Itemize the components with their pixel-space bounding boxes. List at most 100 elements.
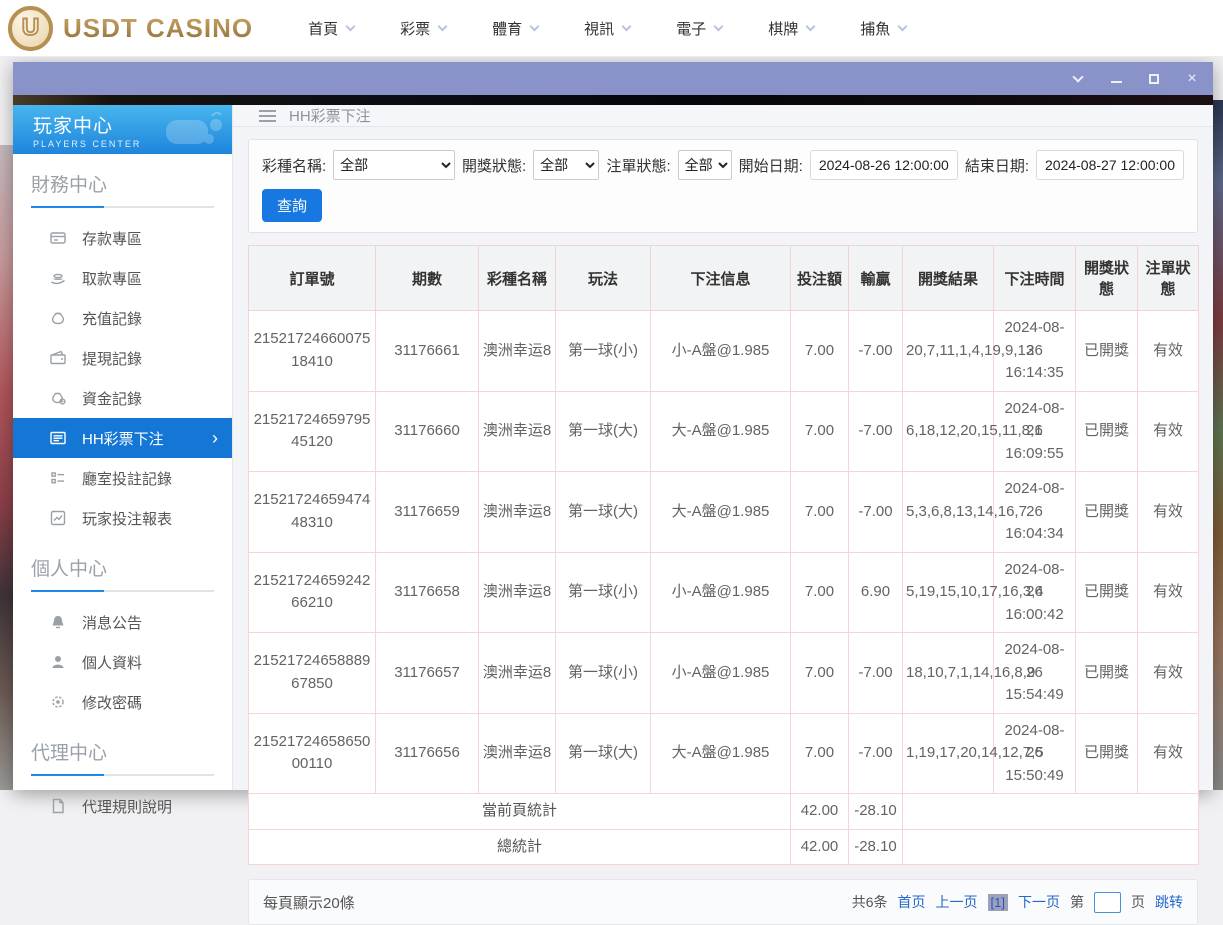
- column-header: 期數: [375, 245, 479, 311]
- page-number-input[interactable]: [1094, 891, 1121, 913]
- table-cell: 第一球(大): [555, 471, 651, 553]
- nav-item-fishing[interactable]: 捕魚: [860, 18, 908, 39]
- table-cell: 第一球(小): [555, 632, 651, 714]
- sidebar-item-player-bet-report[interactable]: 玩家投注報表: [13, 498, 232, 538]
- table-cell: 已開獎: [1075, 632, 1138, 714]
- sidebar-item-label: 消息公告: [82, 614, 143, 632]
- nav-item-home[interactable]: 首頁: [308, 18, 356, 39]
- nav-item-label: 視訊: [584, 20, 615, 38]
- table-row: 2152172465924266210 31176658 澳洲幸运8 第一球(小) 小-…: [248, 551, 1199, 633]
- sidebar-item-label: 提現記錄: [82, 350, 143, 368]
- lottery-select[interactable]: 全部: [333, 150, 455, 180]
- main-nav: 首頁 彩票 體育 視訊 電子 棋牌 捕魚: [308, 18, 908, 39]
- content-header: HH彩票下注: [233, 105, 1213, 127]
- table-cell: 小-A盤@1.985: [650, 310, 791, 392]
- sidebar-item-withdraw-zone[interactable]: 取款專區: [13, 258, 232, 298]
- end-date-input[interactable]: [1036, 150, 1184, 180]
- nav-item-lottery[interactable]: 彩票: [400, 18, 448, 39]
- withdrawal-wallet-icon: [50, 350, 66, 365]
- column-header: 彩種名稱: [478, 245, 556, 311]
- window-controls: ×: [1071, 70, 1199, 86]
- column-header: 下注信息: [650, 245, 791, 311]
- table-cell: -7.00: [848, 712, 903, 794]
- current-page-badge[interactable]: [1]: [987, 893, 1008, 911]
- table-row: 2152172465979545120 31176660 澳洲幸运8 第一球(大) 大-…: [248, 390, 1199, 472]
- sidebar-item-funds-records[interactable]: 資金記錄: [13, 378, 232, 418]
- jump-link[interactable]: 跳转: [1155, 892, 1183, 912]
- summary-label: 當前頁統計: [248, 793, 791, 830]
- sidebar-item-hh-lottery-bets[interactable]: HH彩票下注 ›: [13, 418, 232, 458]
- sidebar-item-label: 代理規則說明: [82, 798, 173, 816]
- table-row: 2152172465865000110 31176656 澳洲幸运8 第一球(大) 大-…: [248, 712, 1199, 794]
- user-icon: [52, 656, 64, 668]
- section-divider: [31, 774, 214, 776]
- nav-item-slots[interactable]: 電子: [676, 18, 724, 39]
- search-button[interactable]: 查詢: [262, 189, 323, 222]
- sidebar-item-withdrawal-records[interactable]: 提現記錄: [13, 338, 232, 378]
- main-content: HH彩票下注 彩種名稱: 全部 開獎狀態: 全部 注單狀態: 全部 開始日期:: [233, 105, 1213, 925]
- sidebar-item-recharge-records[interactable]: 充值記錄: [13, 298, 232, 338]
- order-status-select[interactable]: 全部: [677, 150, 732, 180]
- screen: U USDT CASINO 首頁 彩票 體育 視訊 電子 棋牌 捕魚 × 玩家中心 PLAY…: [0, 0, 1223, 925]
- nav-item-board-games[interactable]: 棋牌: [768, 18, 816, 39]
- window-maximize-icon[interactable]: [1147, 72, 1161, 86]
- funds-bag-icon: [52, 392, 66, 405]
- table-cell: 有效: [1137, 712, 1199, 794]
- page-size-text: 每頁顯示20條: [263, 894, 355, 912]
- nav-item-label: 體育: [492, 20, 523, 38]
- start-date-input[interactable]: [809, 150, 958, 180]
- table-cell: 小-A盤@1.985: [650, 632, 791, 714]
- site-logo[interactable]: U USDT CASINO: [8, 5, 254, 51]
- start-date-label: 開始日期:: [738, 157, 803, 175]
- nav-item-live-video[interactable]: 視訊: [584, 18, 632, 39]
- sidebar-item-change-password[interactable]: 修改密碼: [13, 682, 232, 722]
- sidebar-item-agent-rules[interactable]: 代理規則說明: [13, 786, 232, 826]
- gear-icon: [52, 696, 64, 708]
- table-cell: 1,19,17,20,14,12,7,5: [902, 712, 1044, 794]
- background-photo-left: [0, 145, 14, 790]
- next-page-link[interactable]: 下一页: [1018, 892, 1060, 912]
- column-header: 注單狀態: [1137, 245, 1199, 311]
- nav-item-sports[interactable]: 體育: [492, 18, 540, 39]
- page-prefix-label: 第: [1070, 894, 1084, 910]
- window-collapse-icon[interactable]: [1071, 70, 1085, 86]
- table-cell: 有效: [1137, 632, 1199, 714]
- banner-strip: [13, 95, 1213, 105]
- gamepad-icon: [166, 111, 222, 144]
- table-cell: 澳洲幸运8: [478, 471, 556, 553]
- deposit-card-icon: [50, 232, 66, 244]
- prev-page-link[interactable]: 上一页: [936, 892, 978, 912]
- sidebar-item-announcements[interactable]: 消息公告: [13, 602, 232, 642]
- sidebar-item-label: 個人資料: [82, 654, 143, 672]
- sidebar-item-hall-bet-records[interactable]: 廳室投註記錄: [13, 458, 232, 498]
- chevron-down-icon: [713, 21, 724, 31]
- end-date-label: 結束日期:: [964, 157, 1029, 175]
- table-cell: 2152172465979545120: [248, 390, 376, 472]
- document-icon: [52, 798, 64, 814]
- draw-status-select[interactable]: 全部: [533, 150, 600, 180]
- table-cell: 7.00: [790, 632, 849, 714]
- sidebar-item-label: 修改密碼: [82, 694, 143, 712]
- table-cell: 澳洲幸运8: [478, 310, 556, 392]
- window-close-icon[interactable]: ×: [1185, 70, 1199, 86]
- table-cell: 2152172465888967850: [248, 632, 376, 714]
- menu-toggle-icon[interactable]: [259, 109, 276, 122]
- table-cell: 有效: [1137, 310, 1199, 392]
- table-cell: 2152172465865000110: [248, 712, 376, 794]
- table-cell: 7.00: [790, 471, 849, 553]
- table-cell: 7.00: [790, 712, 849, 794]
- window-titlebar[interactable]: ×: [13, 62, 1213, 95]
- table-cell: 31176656: [375, 712, 479, 794]
- first-page-link[interactable]: 首页: [898, 892, 926, 912]
- table-cell: 31176661: [375, 310, 479, 392]
- summary-win-loss: -28.10: [848, 828, 903, 865]
- sidebar-header: 玩家中心 PLAYERS CENTER: [13, 105, 232, 154]
- sidebar-item-profile[interactable]: 個人資料: [13, 642, 232, 682]
- filter-panel: 彩種名稱: 全部 開獎狀態: 全部 注單狀態: 全部 開始日期: 結束日期: 查…: [248, 139, 1198, 233]
- table-cell: 澳洲幸运8: [478, 712, 556, 794]
- nav-item-label: 捕魚: [860, 20, 891, 38]
- logo-text: USDT CASINO: [63, 12, 254, 43]
- sidebar-item-label: 存款專區: [82, 230, 143, 248]
- window-minimize-icon[interactable]: [1109, 72, 1123, 86]
- sidebar-item-deposit-zone[interactable]: 存款專區: [13, 218, 232, 258]
